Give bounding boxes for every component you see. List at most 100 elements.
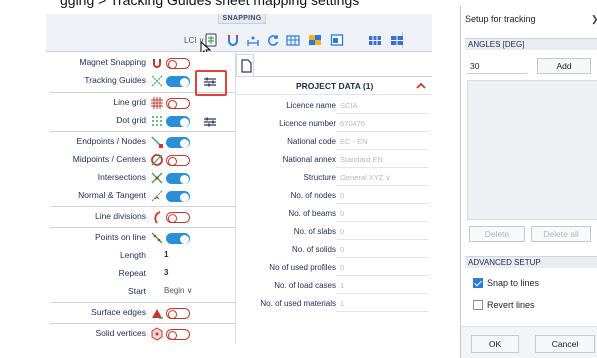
magnet-icon[interactable]: [226, 33, 240, 47]
setup-tracking-dialog: Setup for tracking ❯ ANGLES [DEG] 30 Add…: [460, 6, 597, 358]
angle-input[interactable]: 30: [467, 58, 527, 74]
project-value: SCIA: [340, 101, 358, 110]
line-grid-toggle[interactable]: [166, 98, 190, 109]
snap-row-length: Length 1: [46, 247, 236, 265]
tracking-guides-toggle[interactable]: [166, 76, 190, 87]
endpoints-toggle[interactable]: [166, 137, 190, 148]
project-row: Licence number 670476: [236, 115, 432, 133]
snap-row-repeat: Repeat 3: [46, 265, 236, 283]
line-division-icon: [150, 210, 164, 224]
magnet-snapping-toggle[interactable]: [166, 58, 190, 69]
project-value: 1: [340, 281, 345, 290]
points-on-line-toggle[interactable]: [166, 233, 190, 244]
project-row: No. of used materials 1: [236, 295, 432, 313]
dot-grid-toggle[interactable]: [166, 116, 190, 127]
normal-tangent-toggle[interactable]: [166, 191, 190, 202]
value-box: [336, 206, 428, 222]
solid-vertex-icon: [150, 327, 164, 341]
snap-row-label: Surface edges: [91, 307, 146, 317]
project-data-title: PROJECT DATA (1): [296, 81, 374, 91]
revert-lines-label: Revert lines: [487, 300, 535, 310]
divider: [50, 131, 236, 132]
repeat-input[interactable]: 3: [164, 268, 168, 277]
project-key: No. of nodes: [290, 191, 336, 200]
ok-button[interactable]: OK: [471, 335, 519, 353]
value-box: [336, 224, 428, 240]
project-key: National code: [287, 137, 336, 146]
value-box: [336, 242, 428, 258]
midpoints-toggle[interactable]: [166, 155, 190, 166]
intersections-toggle[interactable]: [166, 173, 190, 184]
surface-edges-toggle[interactable]: [166, 308, 190, 319]
project-value: 1: [340, 299, 345, 308]
snap-row-label: Normal & Tangent: [78, 190, 146, 200]
tracking-icon: [150, 74, 164, 88]
snap-row-label: Midpoints / Centers: [72, 154, 146, 164]
color-grid-icon[interactable]: [308, 33, 322, 47]
points-on-line-icon: [150, 231, 164, 245]
snap-row-line-grid: Line grid: [46, 94, 236, 112]
project-row: Structure General XYZ ∨: [236, 169, 432, 187]
line-dimension-icon[interactable]: [246, 33, 260, 47]
window-icon[interactable]: [330, 33, 344, 47]
add-button[interactable]: Add: [537, 58, 591, 74]
divider: [50, 323, 236, 324]
project-row: No. of nodes 0: [236, 187, 432, 205]
revert-lines-checkbox[interactable]: [473, 300, 483, 310]
project-row: No. of slabs 0: [236, 223, 432, 241]
project-data-header[interactable]: PROJECT DATA (1): [236, 77, 432, 95]
dot-grid-icon: [150, 114, 164, 128]
length-input[interactable]: 1: [164, 250, 168, 259]
highlight-box: [195, 70, 227, 96]
screenshot-root: gging > Tracking Guides sheet mapping se…: [0, 0, 597, 358]
document-tab[interactable]: [236, 54, 254, 76]
project-value: EC - EN: [340, 137, 368, 146]
snap-to-lines-label: Snap to lines: [487, 278, 540, 288]
surface-edge-icon: [150, 306, 164, 320]
grid-toggle-icon[interactable]: [286, 33, 300, 47]
project-key: No. of used materials: [260, 299, 336, 308]
ribbon-group-title: SNAPPING: [218, 14, 266, 24]
snap-row-solid-vertices: Solid vertices: [46, 325, 236, 343]
document-icon: [241, 59, 252, 73]
snap-row-label: Endpoints / Nodes: [76, 136, 146, 146]
divider: [50, 227, 236, 228]
ribbon-toolbar: SNAPPING LCI ∨: [46, 14, 432, 52]
snap-to-lines-checkbox[interactable]: [473, 278, 483, 288]
blue-grid-icon-1[interactable]: [368, 33, 382, 47]
project-row: No. of beams 0: [236, 205, 432, 223]
delete-button[interactable]: Delete: [469, 226, 525, 242]
solid-vertices-toggle[interactable]: [166, 329, 190, 340]
snap-row-label: Line grid: [113, 97, 146, 107]
project-row: National annex Standard EN: [236, 151, 432, 169]
project-key: Licence name: [286, 101, 336, 110]
collapse-chevron-icon[interactable]: [414, 79, 428, 93]
value-box: [336, 188, 428, 204]
midpoint-icon: [150, 153, 164, 167]
line-divisions-toggle[interactable]: [166, 212, 190, 223]
cancel-button[interactable]: Cancel: [535, 335, 595, 353]
project-row: National code EC - EN: [236, 133, 432, 151]
snap-row-midpoints: Midpoints / Centers: [46, 151, 236, 169]
project-key: No. of solids: [291, 245, 336, 254]
start-select[interactable]: Begin ∨: [164, 286, 193, 295]
snap-row-points-on-line: Points on line: [46, 229, 236, 247]
project-row: No. of solids 0: [236, 241, 432, 259]
project-key: No of used profiles: [269, 263, 336, 272]
project-row: No. of load cases 1: [236, 277, 432, 295]
delete-all-button[interactable]: Delete all: [531, 226, 591, 242]
dot-grid-settings-icon[interactable]: [203, 115, 217, 127]
magnet-icon: [150, 56, 164, 70]
blue-grid-icon-2[interactable]: [390, 33, 404, 47]
structure-select[interactable]: General XYZ ∨: [340, 173, 391, 182]
angle-list[interactable]: [467, 80, 597, 220]
snap-row-label: Length: [120, 250, 146, 260]
dialog-close-icon[interactable]: ❯: [591, 14, 597, 25]
snap-row-label: Magnet Snapping: [79, 57, 146, 67]
snap-row-label: Tracking Guides: [84, 75, 146, 85]
snap-row-endpoints: Endpoints / Nodes: [46, 133, 236, 151]
top-caption-text: gging > Tracking Guides sheet mapping se…: [60, 0, 360, 8]
project-row: No of used profiles 0: [236, 259, 432, 277]
refresh-icon[interactable]: [266, 33, 280, 47]
snap-row-label: Dot grid: [116, 115, 146, 125]
